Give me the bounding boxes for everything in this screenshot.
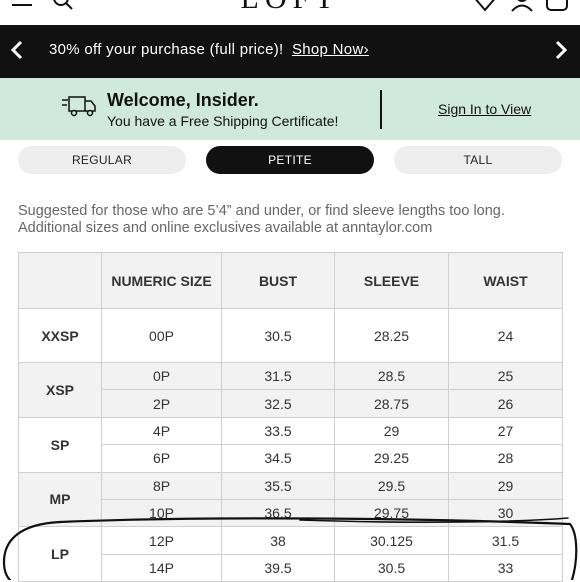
table-header-row: NUMERIC SIZE BUST SLEEVE WAIST xyxy=(18,252,563,309)
sleeve-cell: 28.75 xyxy=(334,389,449,418)
truck-icon xyxy=(62,94,96,123)
waist-cell: 33 xyxy=(448,553,563,582)
header-cell-blank xyxy=(18,252,102,309)
tab-petite[interactable]: PETITE xyxy=(206,146,374,174)
size-chart-table: NUMERIC SIZE BUST SLEEVE WAIST XXSP 00P … xyxy=(18,252,563,582)
numeric-size-cell: 12P xyxy=(101,526,222,555)
promo-banner: 30% off your purchase (full price)! Shop… xyxy=(0,25,580,78)
numeric-size-cell: 0P xyxy=(101,361,222,391)
waist-cell: 27 xyxy=(448,416,563,446)
user-icon[interactable] xyxy=(510,0,534,17)
sign-in-link[interactable]: Sign In to View xyxy=(438,101,531,117)
table-row: MP 8P 35.5 29.5 29 xyxy=(18,471,563,528)
numeric-size-cell: 00P xyxy=(101,308,222,363)
header-numeric-size: NUMERIC SIZE xyxy=(101,252,222,309)
shop-now-link[interactable]: Shop Now› xyxy=(292,41,369,58)
bust-cell: 35.5 xyxy=(221,471,335,500)
waist-cell: 26 xyxy=(448,389,563,418)
bust-cell: 31.5 xyxy=(221,361,335,391)
bust-cell: 32.5 xyxy=(221,389,335,418)
size-group-label: SP xyxy=(18,416,102,473)
size-group-label: LP xyxy=(18,526,102,582)
waist-cell: 30 xyxy=(448,498,563,528)
waist-cell: 29 xyxy=(448,471,563,500)
size-group-label: XSP xyxy=(18,362,102,418)
insider-title: Welcome, Insider. xyxy=(107,90,259,110)
bust-cell: 33.5 xyxy=(221,416,335,446)
numeric-size-cell: 10P xyxy=(101,498,222,528)
header-waist: WAIST xyxy=(448,252,563,309)
numeric-size-cell: 6P xyxy=(101,444,222,473)
sleeve-cell: 30.125 xyxy=(334,526,449,555)
table-row: XSP 0P 31.5 28.5 25 xyxy=(18,361,563,418)
waist-cell: 28 xyxy=(448,444,563,473)
sleeve-cell: 29.75 xyxy=(334,498,449,528)
sleeve-cell: 28.25 xyxy=(334,308,449,363)
bust-cell: 36.5 xyxy=(221,498,335,528)
waist-cell: 31.5 xyxy=(448,526,563,555)
heart-icon[interactable] xyxy=(470,0,500,17)
bust-cell: 30.5 xyxy=(221,308,335,363)
bust-cell: 39.5 xyxy=(221,553,335,582)
chevron-right-icon[interactable] xyxy=(548,37,574,63)
sleeve-cell: 30.5 xyxy=(334,553,449,582)
bust-cell: 34.5 xyxy=(221,444,335,473)
numeric-size-cell: 14P xyxy=(101,553,222,582)
waist-cell: 25 xyxy=(448,361,563,391)
size-group-label: MP xyxy=(18,471,102,528)
table-row: LP 12P 38 30.125 31.5 xyxy=(18,526,563,582)
sleeve-cell: 28.5 xyxy=(334,361,449,391)
waist-cell: 24 xyxy=(448,308,563,363)
sleeve-cell: 29.5 xyxy=(334,471,449,500)
bust-cell: 38 xyxy=(221,526,335,555)
sleeve-cell: 29 xyxy=(334,416,449,446)
chevron-left-icon[interactable] xyxy=(4,37,30,63)
divider xyxy=(380,90,382,129)
table-row: SP 4P 33.5 29 27 xyxy=(18,416,563,473)
sleeve-cell: 29.25 xyxy=(334,444,449,473)
table-row: XXSP 00P 30.5 28.25 24 xyxy=(18,308,563,363)
numeric-size-cell: 4P xyxy=(101,416,222,446)
header-bust: BUST xyxy=(221,252,335,309)
size-group-label: XXSP xyxy=(18,308,102,363)
insider-banner: Welcome, Insider. You have a Free Shippi… xyxy=(0,78,580,140)
bag-icon[interactable] xyxy=(545,0,569,17)
tab-regular[interactable]: REGULAR xyxy=(18,146,186,174)
promo-text: 30% off your purchase (full price)! Shop… xyxy=(49,41,369,58)
numeric-size-cell: 2P xyxy=(101,389,222,418)
size-description: Suggested for those who are 5’4” and und… xyxy=(18,203,505,236)
top-navigation: LOFT xyxy=(0,0,580,25)
header-sleeve: SLEEVE xyxy=(334,252,449,309)
promo-message: 30% off your purchase (full price)! xyxy=(49,41,284,58)
numeric-size-cell: 8P xyxy=(101,471,222,500)
insider-subtitle: You have a Free Shipping Certificate! xyxy=(107,113,339,129)
tab-tall[interactable]: TALL xyxy=(394,146,562,174)
